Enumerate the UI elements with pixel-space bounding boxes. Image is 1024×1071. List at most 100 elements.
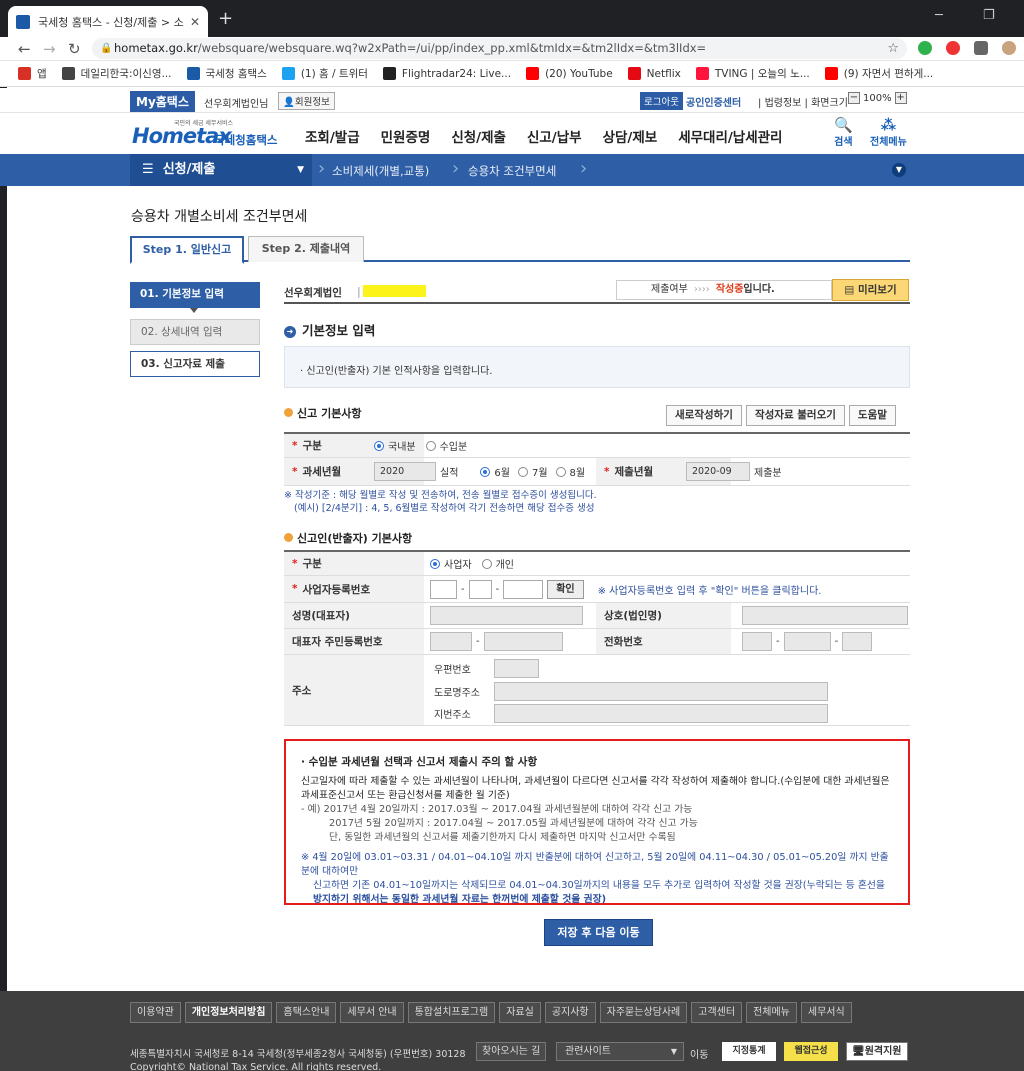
search-button[interactable]: 🔍 검색 (834, 117, 853, 148)
trade-name-field[interactable] (742, 606, 908, 625)
footer-menu-item[interactable]: 세무서식 (800, 1002, 852, 1023)
zoom-in-button[interactable]: + (894, 92, 907, 104)
rrn-field-2[interactable] (483, 632, 563, 651)
footer-menu-item[interactable]: 고객센터 (691, 1002, 743, 1023)
new-write-button[interactable]: 새로작성하기 (666, 405, 742, 426)
puzzle-extensions-icon[interactable] (974, 41, 988, 55)
new-tab-icon[interactable]: + (218, 8, 233, 29)
location-level2[interactable]: 소비제세(개별,교통) (332, 163, 429, 179)
warning-note2: 신고하면 기존 04.01~10일까지는 삭제되므로 04.01~04.30일까… (313, 880, 885, 891)
footer-menu-item[interactable]: 홈택스안내 (276, 1002, 337, 1023)
radio-business-label: 사업자 (444, 560, 472, 571)
checkmark-extension-icon[interactable] (946, 41, 960, 55)
bookmark-item[interactable]: 국세청 홈택스 (186, 66, 267, 81)
nav-menu-item[interactable]: 세무대리/납세관리 (678, 126, 782, 146)
save-next-button[interactable]: 저장 후 다음 이동 (544, 919, 653, 946)
name-field[interactable] (430, 606, 583, 625)
zoom-out-button[interactable]: − (848, 92, 860, 104)
submit-ym-field[interactable]: 2020-09 (686, 462, 750, 481)
bookmark-item[interactable]: (1) 홈 / 트위터 (281, 66, 368, 81)
radio-business[interactable] (430, 558, 440, 569)
footer-menu-item[interactable]: 자료실 (499, 1002, 541, 1023)
footer-menu-item[interactable]: 세무서 안내 (340, 1002, 404, 1023)
nav-menu-item[interactable]: 민원증명 (381, 126, 431, 146)
report-basic-table: * 구분 국내분 수입분 * 과세년월 2020 실적 6월 7월 8월 * 제출년월… (284, 432, 910, 486)
radio-month-6[interactable] (480, 466, 491, 477)
all-menu-button[interactable]: ⁂ 전체메뉴 (870, 117, 907, 148)
browser-tab[interactable]: 국세청 홈택스 - 신청/제출 > 소 ✕ (8, 6, 208, 37)
tab-step2[interactable]: Step 2. 제출내역 (248, 236, 364, 262)
bookmark-item[interactable]: (20) YouTube (526, 67, 613, 80)
close-tab-icon[interactable]: ✕ (190, 15, 200, 29)
radio-month-8[interactable] (555, 466, 566, 477)
forward-icon[interactable]: → (43, 40, 56, 58)
phone-field-1[interactable] (742, 632, 772, 651)
road-address-field[interactable] (494, 681, 828, 701)
law-link[interactable]: 법령정보 (765, 98, 802, 109)
remote-support-button[interactable]: 🖥원격지원 (846, 1042, 908, 1061)
tab-step1[interactable]: Step 1. 일반신고 (130, 236, 244, 264)
bookmark-item[interactable]: Flightradar24: Live... (382, 67, 511, 80)
biz-no-field-3[interactable] (503, 579, 544, 599)
footer-menu-item[interactable]: 공지사항 (544, 1002, 596, 1023)
footer-menu-item[interactable]: 이용약관 (130, 1002, 181, 1023)
radio-domestic[interactable] (374, 440, 384, 451)
footer-menu-item[interactable]: 통합설치프로그램 (407, 1002, 496, 1023)
url-field[interactable]: 🔒 hometax.go.kr/websquare/websquare.wq?w… (92, 38, 907, 59)
load-data-button[interactable]: 작성자료 불러오기 (745, 405, 845, 426)
biz-no-label: 사업자등록번호 (302, 583, 371, 596)
location-level1[interactable]: ☰ 신청/제출 ▼ (130, 154, 312, 186)
profile-avatar-icon[interactable] (1002, 41, 1016, 55)
footer-menu-item[interactable]: 개인정보처리방침 (184, 1002, 273, 1023)
jibun-address-field[interactable] (494, 703, 828, 723)
bookmark-item[interactable]: 앱 (18, 66, 47, 81)
hometax-logo[interactable]: 국민의 세금 세무서비스 Hometax 국세청홈택스 (130, 117, 278, 149)
radio-import[interactable] (425, 440, 436, 451)
footer-menu-item[interactable]: 자주묻는상담사례 (599, 1002, 688, 1023)
confirm-button[interactable]: 확인 (547, 579, 584, 599)
back-icon[interactable]: ← (18, 40, 31, 58)
phone-field-2[interactable] (783, 632, 831, 651)
member-info-button[interactable]: 👤회원정보 (278, 92, 335, 110)
related-sites-select[interactable]: 관련사이트 ▼ (556, 1042, 684, 1061)
nav-menu-item[interactable]: 신고/납부 (527, 126, 582, 146)
nav-menu-item[interactable]: 조회/발급 (305, 126, 360, 146)
grammarly-icon[interactable] (918, 41, 932, 55)
nav-menu-item[interactable]: 신청/제출 (451, 126, 506, 146)
logout-button[interactable]: 로그아웃 (640, 92, 683, 110)
rrn-field-1[interactable] (430, 632, 472, 651)
biz-no-field-2[interactable] (468, 579, 492, 599)
step-basic-info[interactable]: 01. 기본정보 입력 (130, 282, 260, 308)
biz-no-field-1[interactable] (430, 579, 457, 599)
phone-field-3[interactable] (842, 632, 873, 651)
restore-icon[interactable]: ❐ (983, 8, 995, 23)
footer-menu-item[interactable]: 전체메뉴 (746, 1002, 797, 1023)
radio-individual[interactable] (481, 558, 492, 569)
step-submit[interactable]: 03. 신고자료 제출 (130, 351, 260, 377)
location-level3[interactable]: 승용차 조건부면세 (468, 163, 556, 179)
cert-center-link[interactable]: 공인인증센터 (686, 94, 741, 109)
preview-button[interactable]: ▤ 미리보기 (832, 279, 909, 301)
go-button[interactable]: 이동 (690, 1046, 708, 1061)
footer-menu: 이용약관 개인정보처리방침 홈택스안내 세무서 안내 통합설치프로그램 자료실 공지사항 자주… (130, 1002, 852, 1023)
bookmark-star-icon[interactable]: ☆ (887, 38, 899, 59)
step-detail[interactable]: 02. 상세내역 입력 (130, 319, 260, 345)
required-mark: * (292, 439, 298, 452)
radio-month-7[interactable] (517, 466, 528, 477)
bookmark-item[interactable]: Netflix (627, 67, 681, 80)
zip-field[interactable] (494, 658, 539, 678)
help-button[interactable]: 도움말 (848, 405, 896, 426)
bookmark-item[interactable]: 데일리한국:이신영... (61, 66, 172, 81)
note-line1: ※ 작성기준 : 해당 월별로 작성 및 전송하여, 전송 월별로 접수증이 생… (284, 490, 597, 501)
search-label: 검색 (834, 137, 853, 148)
name-input-cell (430, 603, 583, 628)
directions-button[interactable]: 찾아오시는 길 (476, 1042, 547, 1061)
bookmark-item[interactable]: (9) 자면서 편하게... (824, 66, 933, 81)
chevron-down-icon[interactable]: ▼ (892, 163, 906, 177)
nav-menu-item[interactable]: 상담/제보 (603, 126, 658, 146)
period-year-field[interactable]: 2020 (374, 462, 436, 481)
my-hometax-button[interactable]: My홈택스 (130, 91, 195, 112)
bookmark-item[interactable]: TVING | 오늘의 노... (695, 66, 810, 81)
reload-icon[interactable]: ↻ (68, 40, 81, 58)
minimize-icon[interactable]: ─ (935, 8, 943, 23)
